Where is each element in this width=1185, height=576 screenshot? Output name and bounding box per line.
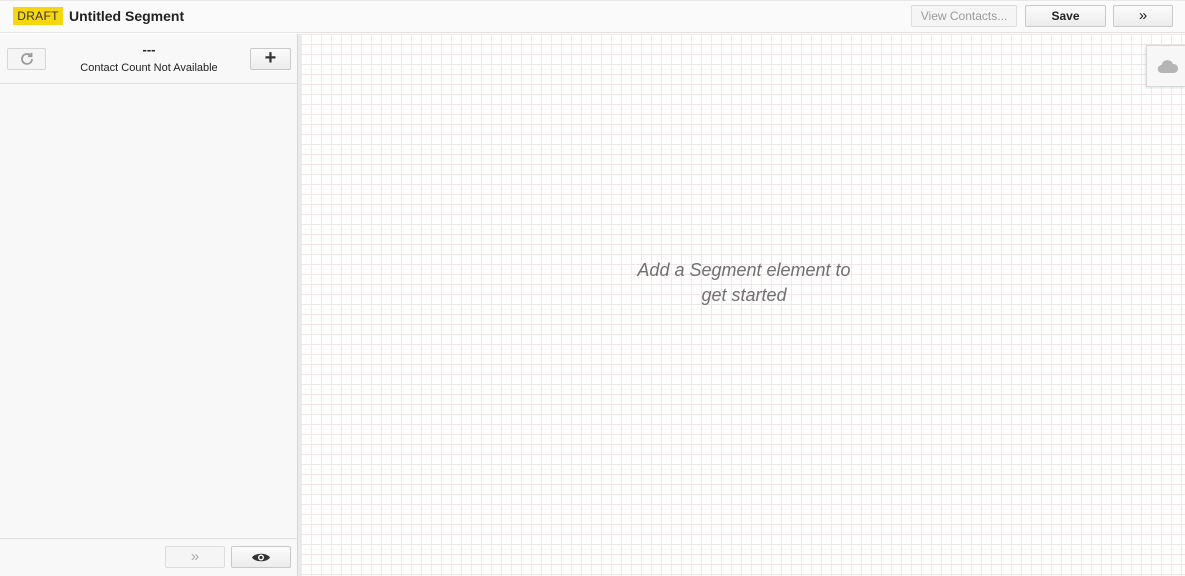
segment-title[interactable]: Untitled Segment: [69, 8, 184, 24]
cloud-icon: [1157, 60, 1179, 74]
header-bar: DRAFT Untitled Segment View Contacts... …: [0, 0, 1185, 33]
left-panel: --- Contact Count Not Available + »: [0, 34, 298, 576]
collapse-button[interactable]: »: [165, 546, 225, 568]
contact-count-label: Contact Count Not Available: [80, 62, 218, 74]
save-button[interactable]: Save: [1025, 5, 1106, 27]
view-contacts-button[interactable]: View Contacts...: [911, 5, 1017, 27]
plus-icon: +: [264, 47, 277, 69]
refresh-icon: [20, 52, 33, 65]
contact-count-bar: --- Contact Count Not Available +: [0, 34, 298, 84]
preview-button[interactable]: [231, 546, 291, 568]
segment-canvas[interactable]: Add a Segment element to get started: [301, 34, 1185, 576]
empty-canvas-hint: Add a Segment element to get started: [637, 260, 851, 305]
draft-badge: DRAFT: [13, 7, 63, 25]
refresh-button[interactable]: [7, 48, 46, 70]
cloud-tab[interactable]: [1146, 45, 1185, 87]
left-panel-footer: »: [0, 538, 298, 576]
expand-panel-button[interactable]: »: [1113, 5, 1173, 27]
eye-icon: [252, 553, 270, 562]
add-element-button[interactable]: +: [250, 48, 291, 70]
contact-count-value: ---: [142, 42, 156, 57]
